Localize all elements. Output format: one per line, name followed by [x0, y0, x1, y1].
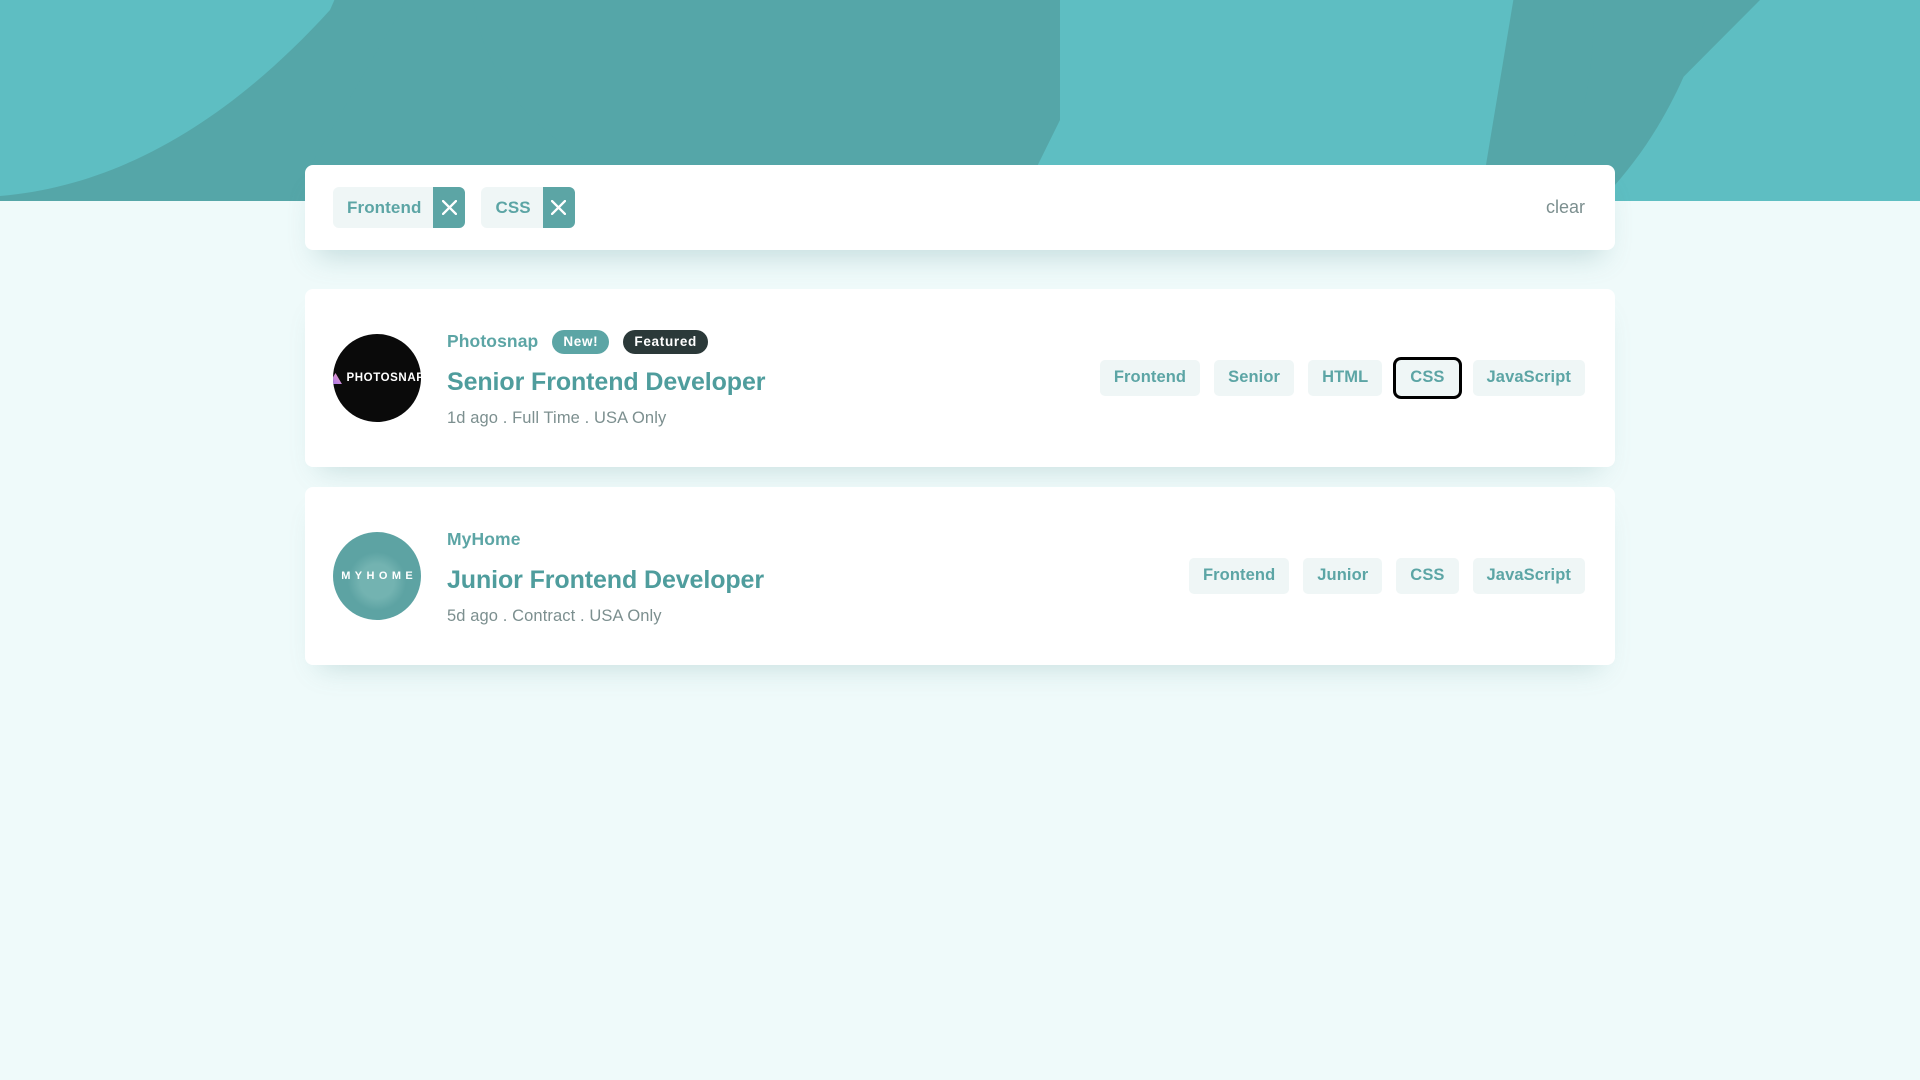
- job-meta: 5d ago . Contract . USA Only: [447, 606, 662, 625]
- job-card[interactable]: MYHOME MyHome Junior Frontend Developer …: [305, 487, 1615, 665]
- job-tag-list: Frontend Junior CSS JavaScript: [1188, 558, 1587, 594]
- photosnap-logo-mark: PHOTOSNAP: [333, 372, 421, 384]
- job-card[interactable]: PHOTOSNAP Photosnap New! Featured Senior…: [305, 289, 1615, 467]
- job-details: MyHome Junior Frontend Developer 5d ago …: [443, 527, 1189, 626]
- company-logo: MYHOME: [333, 532, 421, 620]
- job-tag-frontend[interactable]: Frontend: [1188, 558, 1290, 594]
- company-logo-text: PHOTOSNAP: [346, 372, 421, 384]
- company-name: Photosnap: [447, 331, 539, 351]
- job-tag-frontend[interactable]: Frontend: [1099, 360, 1201, 396]
- job-tag-javascript[interactable]: JavaScript: [1472, 558, 1585, 594]
- close-icon: [551, 200, 567, 215]
- filter-remove-button[interactable]: [433, 187, 466, 228]
- clear-filters-button[interactable]: clear: [1544, 193, 1587, 222]
- job-card-header: MyHome: [447, 527, 1189, 553]
- filter-pill-label: CSS: [495, 197, 531, 217]
- job-tag-css[interactable]: CSS: [1396, 558, 1459, 594]
- job-title-link[interactable]: Junior Frontend Developer: [447, 566, 1189, 595]
- filter-remove-button[interactable]: [542, 187, 575, 228]
- filter-pill-label: Frontend: [347, 197, 422, 217]
- company-name: MyHome: [447, 529, 521, 549]
- status-badge-featured: Featured: [623, 329, 709, 354]
- job-title-link[interactable]: Senior Frontend Developer: [447, 368, 1100, 397]
- job-tag-junior[interactable]: Junior: [1303, 558, 1383, 594]
- status-badge-new: New!: [552, 329, 610, 354]
- company-logo-text: MYHOME: [341, 570, 418, 582]
- filter-pill[interactable]: CSS: [481, 187, 575, 228]
- job-tag-senior[interactable]: Senior: [1214, 360, 1295, 396]
- job-details: Photosnap New! Featured Senior Frontend …: [443, 329, 1100, 428]
- job-tag-list: Frontend Senior HTML CSS JavaScript: [1099, 357, 1587, 399]
- close-icon: [441, 200, 457, 215]
- job-tag-html[interactable]: HTML: [1308, 360, 1383, 396]
- triangle-icon: [333, 372, 343, 384]
- job-filter-bar: Frontend CSS clear: [305, 165, 1615, 250]
- job-tag-css[interactable]: CSS: [1393, 357, 1462, 399]
- job-tag-javascript[interactable]: JavaScript: [1472, 360, 1585, 396]
- active-filter-list: Frontend CSS: [333, 187, 575, 228]
- filter-pill[interactable]: Frontend: [333, 187, 466, 228]
- job-card-header: Photosnap New! Featured: [447, 329, 1100, 355]
- job-meta: 1d ago . Full Time . USA Only: [447, 408, 667, 427]
- company-logo: PHOTOSNAP: [333, 334, 421, 422]
